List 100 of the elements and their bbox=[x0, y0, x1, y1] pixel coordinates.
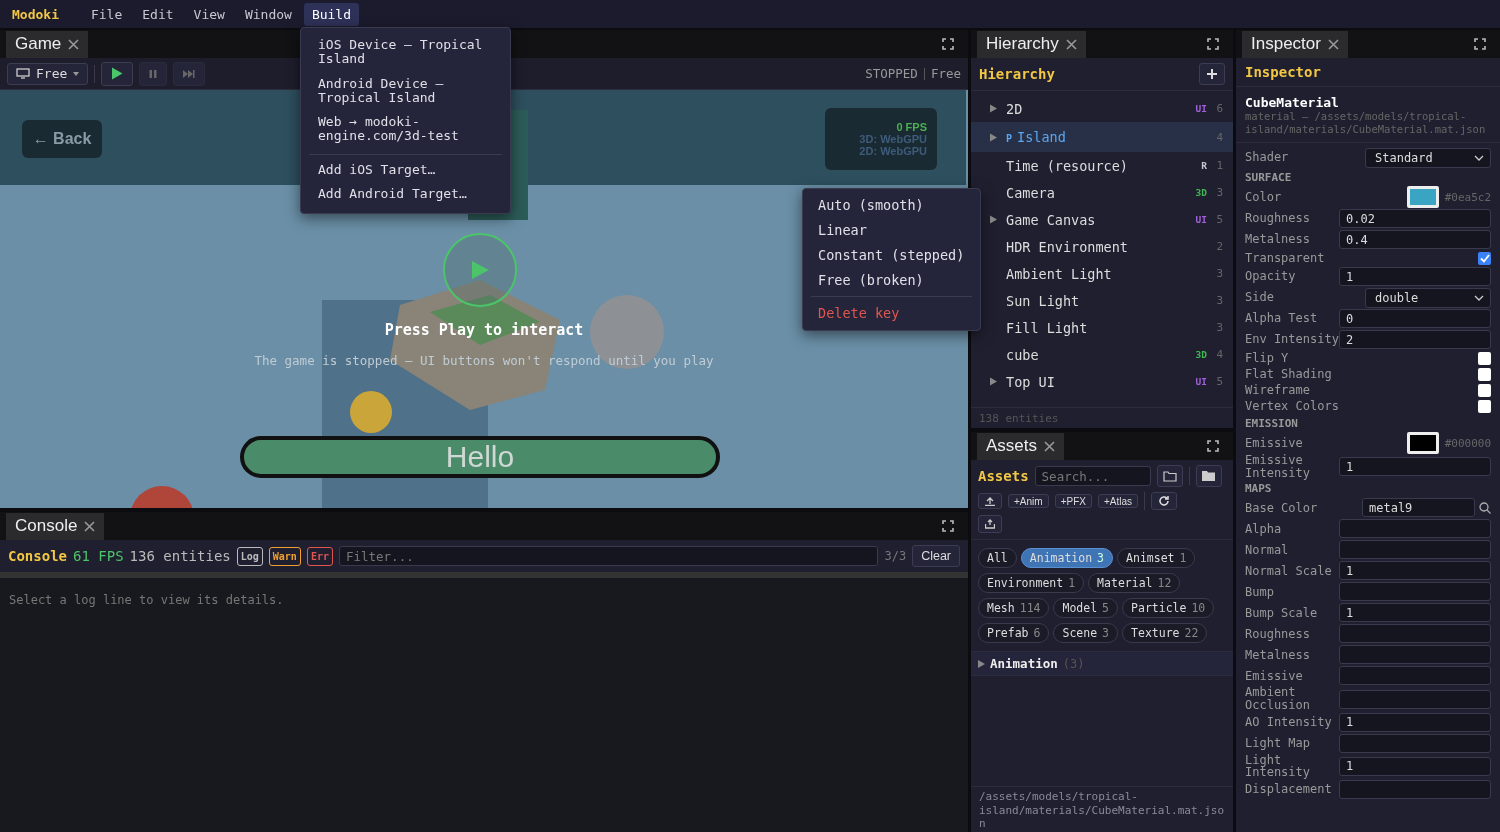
asset-filter-chip[interactable]: Mesh 114 bbox=[978, 598, 1050, 618]
log-filter-button[interactable]: Warn bbox=[268, 546, 301, 566]
build-menu-item[interactable]: Android Device — Tropical Island bbox=[301, 72, 510, 112]
menu-item[interactable]: Build bbox=[303, 2, 359, 26]
property-field[interactable]: 0 bbox=[1339, 309, 1491, 329]
asset-filter-chip[interactable]: Model 5 bbox=[1053, 598, 1119, 618]
add-entity-button[interactable] bbox=[1199, 63, 1225, 85]
maximize-icon[interactable] bbox=[942, 38, 954, 50]
panel-tab[interactable]: Hierarchy bbox=[977, 31, 1086, 58]
property-checkbox[interactable] bbox=[1478, 367, 1491, 381]
property-field[interactable] bbox=[1339, 689, 1491, 709]
property-field[interactable] bbox=[1339, 624, 1491, 644]
color-swatch[interactable] bbox=[1406, 432, 1439, 455]
property-checkbox[interactable] bbox=[1478, 251, 1491, 265]
maximize-icon[interactable] bbox=[942, 520, 954, 532]
build-menu-item[interactable]: Add iOS Target… bbox=[301, 158, 510, 184]
property-field[interactable]: 1 bbox=[1339, 756, 1491, 776]
expand-arrow-icon[interactable] bbox=[989, 215, 998, 224]
property-label: Light Intensity bbox=[1245, 753, 1312, 779]
search-icon[interactable] bbox=[1479, 501, 1491, 514]
asset-filter-chip[interactable]: Environment 1 bbox=[978, 573, 1085, 593]
close-icon[interactable] bbox=[68, 38, 80, 50]
asset-filter-chip[interactable]: All bbox=[978, 548, 1017, 568]
play-button[interactable] bbox=[101, 61, 134, 86]
asset-filter-chip[interactable]: Animation 3 bbox=[1020, 548, 1114, 568]
property-field[interactable]: 2 bbox=[1339, 330, 1491, 350]
panel-tab[interactable]: Assets bbox=[977, 433, 1065, 460]
menu-item[interactable]: View bbox=[185, 2, 233, 26]
close-icon[interactable] bbox=[1044, 440, 1056, 452]
panel-tab[interactable]: Inspector bbox=[1242, 31, 1348, 58]
property-field[interactable] bbox=[1339, 666, 1491, 686]
export-button[interactable] bbox=[978, 515, 1002, 533]
asset-filter-chip[interactable]: Particle 10 bbox=[1122, 598, 1215, 618]
asset-filter-chip[interactable]: Material 12 bbox=[1088, 573, 1181, 593]
expand-arrow-icon[interactable] bbox=[989, 377, 998, 386]
property-select[interactable]: Standard bbox=[1365, 147, 1491, 168]
build-menu-item[interactable]: Web → modoki-engine.com/3d-test bbox=[301, 111, 510, 150]
property-field[interactable]: 1 bbox=[1339, 267, 1491, 287]
asset-filter-chip[interactable]: Animset 1 bbox=[1117, 548, 1196, 568]
maximize-icon[interactable] bbox=[1474, 38, 1486, 50]
context-menu-item[interactable]: Constant (stepped) bbox=[803, 242, 980, 268]
menu-item[interactable]: Window bbox=[236, 2, 300, 26]
display-select[interactable]: Free bbox=[7, 62, 89, 85]
pause-button[interactable] bbox=[139, 61, 168, 86]
menu-item[interactable]: Edit bbox=[134, 2, 182, 26]
property-field[interactable]: 0.02 bbox=[1339, 209, 1491, 229]
build-menu-item[interactable]: iOS Device — Tropical Island bbox=[301, 34, 510, 73]
maximize-icon[interactable] bbox=[1207, 440, 1219, 452]
filter-field[interactable]: Filter... bbox=[338, 546, 879, 566]
property-checkbox[interactable] bbox=[1478, 351, 1491, 365]
property-checkbox[interactable] bbox=[1478, 399, 1491, 413]
create-asset-button[interactable]: +Anim bbox=[1008, 494, 1049, 508]
close-icon[interactable] bbox=[1327, 38, 1339, 50]
asset-filter-chip[interactable]: Scene 3 bbox=[1053, 623, 1119, 643]
property-field[interactable] bbox=[1339, 733, 1491, 753]
close-icon[interactable] bbox=[1065, 38, 1077, 50]
asset-filter-chip[interactable]: Texture 22 bbox=[1122, 623, 1208, 643]
log-filter-button[interactable]: Log bbox=[236, 546, 263, 566]
context-menu-item[interactable]: Delete key bbox=[803, 301, 980, 327]
property-select[interactable]: double bbox=[1365, 287, 1491, 308]
property-field[interactable]: 1 bbox=[1339, 712, 1491, 732]
texture-field[interactable]: metal9 bbox=[1362, 498, 1475, 518]
hierarchy-item[interactable]: cube 3D 4 bbox=[971, 341, 1233, 368]
back-button[interactable]: ← Back bbox=[22, 120, 102, 158]
expand-arrow-icon[interactable] bbox=[989, 132, 998, 142]
hierarchy-item[interactable]: 2D UI 6 bbox=[971, 95, 1233, 122]
refresh-button[interactable] bbox=[1151, 492, 1177, 510]
step-button[interactable] bbox=[173, 61, 206, 86]
expand-arrow-icon[interactable] bbox=[978, 659, 985, 668]
color-swatch[interactable] bbox=[1406, 186, 1439, 209]
asset-filter-chip[interactable]: Prefab 6 bbox=[978, 623, 1050, 643]
create-asset-button[interactable]: +Atlas bbox=[1097, 494, 1138, 508]
menu-item[interactable]: File bbox=[82, 2, 131, 26]
maximize-icon[interactable] bbox=[1207, 38, 1219, 50]
create-asset-button[interactable]: +PFX bbox=[1054, 494, 1092, 508]
property-field[interactable]: 1 bbox=[1339, 603, 1491, 623]
hierarchy-item[interactable]: P Island 4 bbox=[971, 122, 1233, 152]
panel-tab[interactable]: Console bbox=[6, 513, 105, 540]
expand-arrow-icon[interactable] bbox=[989, 104, 998, 113]
new-folder-button[interactable] bbox=[1195, 465, 1222, 487]
hierarchy-item[interactable]: Top UI UI 5 bbox=[971, 368, 1233, 395]
import-button[interactable] bbox=[978, 493, 1002, 509]
property-field[interactable] bbox=[1339, 645, 1491, 665]
context-menu-item[interactable]: Free (broken) bbox=[803, 267, 980, 293]
property-field[interactable] bbox=[1339, 540, 1491, 560]
panel-tab[interactable]: Game bbox=[6, 31, 89, 58]
hierarchy-item[interactable]: Time (resource) R 1 bbox=[971, 152, 1233, 179]
property-field[interactable]: 0.4 bbox=[1339, 230, 1491, 250]
folder-button[interactable] bbox=[1156, 465, 1183, 487]
log-filter-button[interactable]: Err bbox=[306, 546, 333, 566]
property-field[interactable]: 1 bbox=[1339, 561, 1491, 581]
property-field[interactable] bbox=[1339, 779, 1491, 799]
property-field[interactable]: 1 bbox=[1339, 457, 1491, 477]
search-field[interactable]: Search... bbox=[1034, 466, 1151, 486]
clear-button[interactable]: Clear bbox=[912, 545, 960, 567]
property-checkbox[interactable] bbox=[1478, 383, 1491, 397]
close-icon[interactable] bbox=[84, 520, 96, 532]
property-field[interactable] bbox=[1339, 582, 1491, 602]
build-menu-item[interactable]: Add Android Target… bbox=[301, 183, 510, 208]
property-field[interactable] bbox=[1339, 519, 1491, 539]
